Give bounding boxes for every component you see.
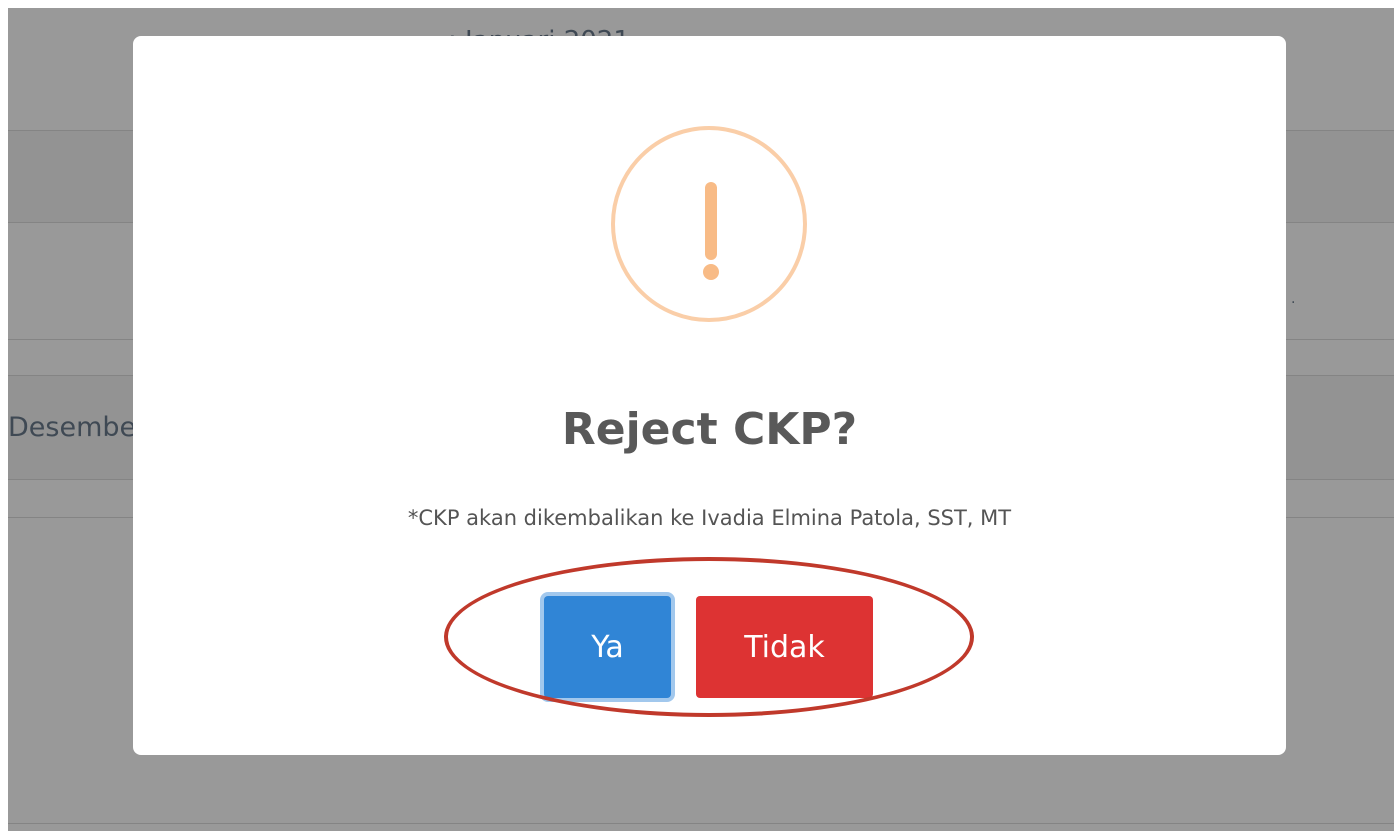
warning-icon-bar [705, 182, 717, 260]
confirm-yes-button[interactable]: Ya [544, 596, 671, 698]
exclamation-warning-icon [611, 126, 807, 322]
confirm-dialog: Reject CKP? *CKP akan dikembalikan ke Iv… [133, 36, 1286, 755]
dialog-message: *CKP akan dikembalikan ke Ivadia Elmina … [407, 506, 1012, 530]
warning-icon-dot [703, 264, 719, 280]
cancel-no-button[interactable]: Tidak [696, 596, 873, 698]
dialog-title: Reject CKP? [561, 404, 858, 455]
